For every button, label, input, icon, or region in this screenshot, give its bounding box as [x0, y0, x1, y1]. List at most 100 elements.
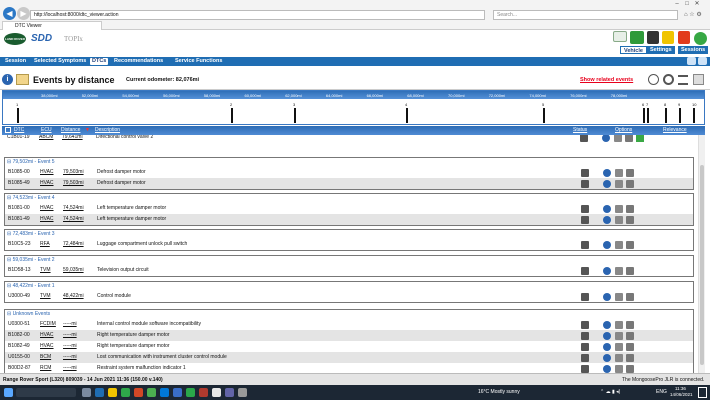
table-row[interactable]: B1081-00 HVAC 74,524mi Left temperature dam…	[5, 203, 693, 214]
search-input[interactable]: Search...	[493, 10, 678, 20]
teams-icon[interactable]	[225, 388, 234, 397]
taskbar-search[interactable]	[16, 388, 76, 397]
info-icon[interactable]	[603, 293, 611, 301]
distance-link[interactable]: 74,524mi	[63, 203, 84, 214]
start-icon[interactable]	[4, 388, 13, 397]
timeline-event-marker[interactable]	[231, 108, 233, 123]
info-icon[interactable]	[602, 135, 610, 142]
repair-icon[interactable]	[626, 180, 634, 188]
distance-link[interactable]: 79,641mi	[62, 135, 83, 143]
timeline-event-marker[interactable]	[665, 108, 667, 123]
ecu-link[interactable]: TVM	[40, 265, 51, 276]
menu-session[interactable]: Session	[3, 58, 28, 65]
explorer-icon[interactable]	[108, 388, 117, 397]
sessions-button[interactable]: Sessions	[678, 46, 709, 54]
event-group-header[interactable]: ⊟ 72,483mi - Event 3	[7, 230, 55, 238]
printer-icon[interactable]	[693, 74, 704, 85]
timeline-event-marker[interactable]	[647, 108, 649, 123]
distance-link[interactable]: -----mi	[63, 319, 77, 330]
timeline-event-marker[interactable]	[693, 108, 695, 123]
report-icon[interactable]	[615, 365, 623, 373]
settings-icon[interactable]	[647, 31, 659, 44]
table-row[interactable]: B00D2-87 RCM -----mi Restraint system malfu…	[5, 363, 693, 373]
clock-icon[interactable]	[648, 74, 659, 85]
col-description[interactable]: Description	[95, 127, 120, 133]
ecu-link[interactable]: ABCM	[39, 135, 53, 143]
tab-dtc-viewer[interactable]: DTC Viewer	[2, 21, 102, 30]
info-icon[interactable]	[603, 343, 611, 351]
minimize-icon[interactable]: –	[672, 1, 682, 7]
sdd-task-icon[interactable]	[212, 388, 221, 397]
tray-icons[interactable]: ⌃ ☁ ▮ ◂)	[600, 389, 620, 395]
list-scrollbar[interactable]	[698, 135, 705, 373]
distance-link[interactable]: 59,035mi	[63, 265, 84, 276]
distance-link[interactable]: -----mi	[63, 341, 77, 352]
vehicle-icon[interactable]	[613, 31, 627, 42]
col-distance[interactable]: Distance	[61, 127, 80, 133]
info-icon[interactable]	[603, 332, 611, 340]
notifications-icon[interactable]	[698, 387, 707, 398]
ecu-link[interactable]: RCM	[40, 363, 51, 373]
distance-link[interactable]: -----mi	[63, 363, 77, 373]
table-row[interactable]: B1085-00 HVAC 79,503mi Defrost damper motor	[5, 167, 693, 178]
repair-icon[interactable]	[625, 135, 633, 142]
show-related-events-link[interactable]: Show related events	[580, 77, 633, 83]
maximize-icon[interactable]: □	[682, 1, 692, 7]
clock-date[interactable]: 14/06/2021	[670, 392, 693, 397]
ecu-link[interactable]: HVAC	[40, 178, 54, 189]
report-icon[interactable]	[615, 267, 623, 275]
back-icon[interactable]: ◀	[3, 7, 16, 20]
tools-icon[interactable]	[630, 31, 644, 44]
notes-icon[interactable]	[662, 31, 674, 44]
vehicle-button[interactable]: Vehicle	[620, 46, 647, 54]
col-relevance[interactable]: Relevance	[663, 127, 687, 133]
timeline-event-marker[interactable]	[643, 108, 645, 123]
repair-icon[interactable]	[626, 332, 634, 340]
task-view-icon[interactable]	[82, 388, 91, 397]
table-row[interactable]: B10C5-23 RFA 72,484mi Luggage compartment u…	[5, 239, 693, 250]
info-icon[interactable]	[603, 321, 611, 329]
chrome-icon[interactable]	[147, 388, 156, 397]
menu-service-functions[interactable]: Service Functions	[173, 58, 224, 65]
info-icon[interactable]	[603, 267, 611, 275]
distance-link[interactable]: 79,503mi	[63, 178, 84, 189]
info-icon[interactable]	[603, 205, 611, 213]
collapse-all-icon[interactable]	[5, 127, 11, 133]
report-icon[interactable]	[615, 169, 623, 177]
report-icon[interactable]	[615, 332, 623, 340]
repair-icon[interactable]	[626, 365, 634, 373]
report-icon[interactable]	[615, 354, 623, 362]
event-group-header[interactable]: ⊟ 79,502mi - Event 5	[7, 158, 55, 166]
report-icon[interactable]	[615, 216, 623, 224]
report-icon[interactable]	[615, 180, 623, 188]
ecu-link[interactable]: FCDIM	[40, 319, 56, 330]
app-icon[interactable]	[121, 388, 130, 397]
event-group-header[interactable]: ⊟ 74,523mi - Event 4	[7, 194, 55, 202]
info-icon[interactable]: i	[2, 74, 13, 85]
info-icon[interactable]	[603, 241, 611, 249]
network-icon[interactable]	[687, 57, 696, 65]
forward-icon[interactable]: ▶	[17, 7, 30, 20]
ecu-link[interactable]: HVAC	[40, 214, 54, 225]
info-icon[interactable]	[603, 354, 611, 362]
ecu-link[interactable]: HVAC	[40, 330, 54, 341]
report-icon[interactable]	[615, 293, 623, 301]
event-group-header[interactable]: ⊟ Unknown Events	[7, 310, 50, 318]
distance-link[interactable]: -----mi	[63, 352, 77, 363]
ecu-link[interactable]: HVAC	[40, 167, 54, 178]
ecu-link[interactable]: RFA	[40, 239, 50, 250]
language[interactable]: ENG	[656, 389, 667, 395]
report-icon[interactable]	[615, 205, 623, 213]
folder-icon[interactable]	[16, 74, 29, 85]
misc-app-icon[interactable]	[238, 388, 247, 397]
table-row[interactable]: B1082-00 HVAC -----mi Right temperature dam…	[5, 330, 693, 341]
zoom-icon[interactable]	[663, 74, 674, 85]
event-group-header[interactable]: ⊟ 48,422mi - Event 1	[7, 282, 55, 290]
ecu-link[interactable]: BCM	[40, 352, 51, 363]
sessions-icon[interactable]	[678, 31, 690, 44]
menu-dtcs[interactable]: DTCs	[90, 58, 109, 65]
edge-icon[interactable]	[160, 388, 169, 397]
repair-icon[interactable]	[626, 205, 634, 213]
clock-time[interactable]: 11:36	[675, 386, 686, 391]
repair-icon[interactable]	[626, 241, 634, 249]
